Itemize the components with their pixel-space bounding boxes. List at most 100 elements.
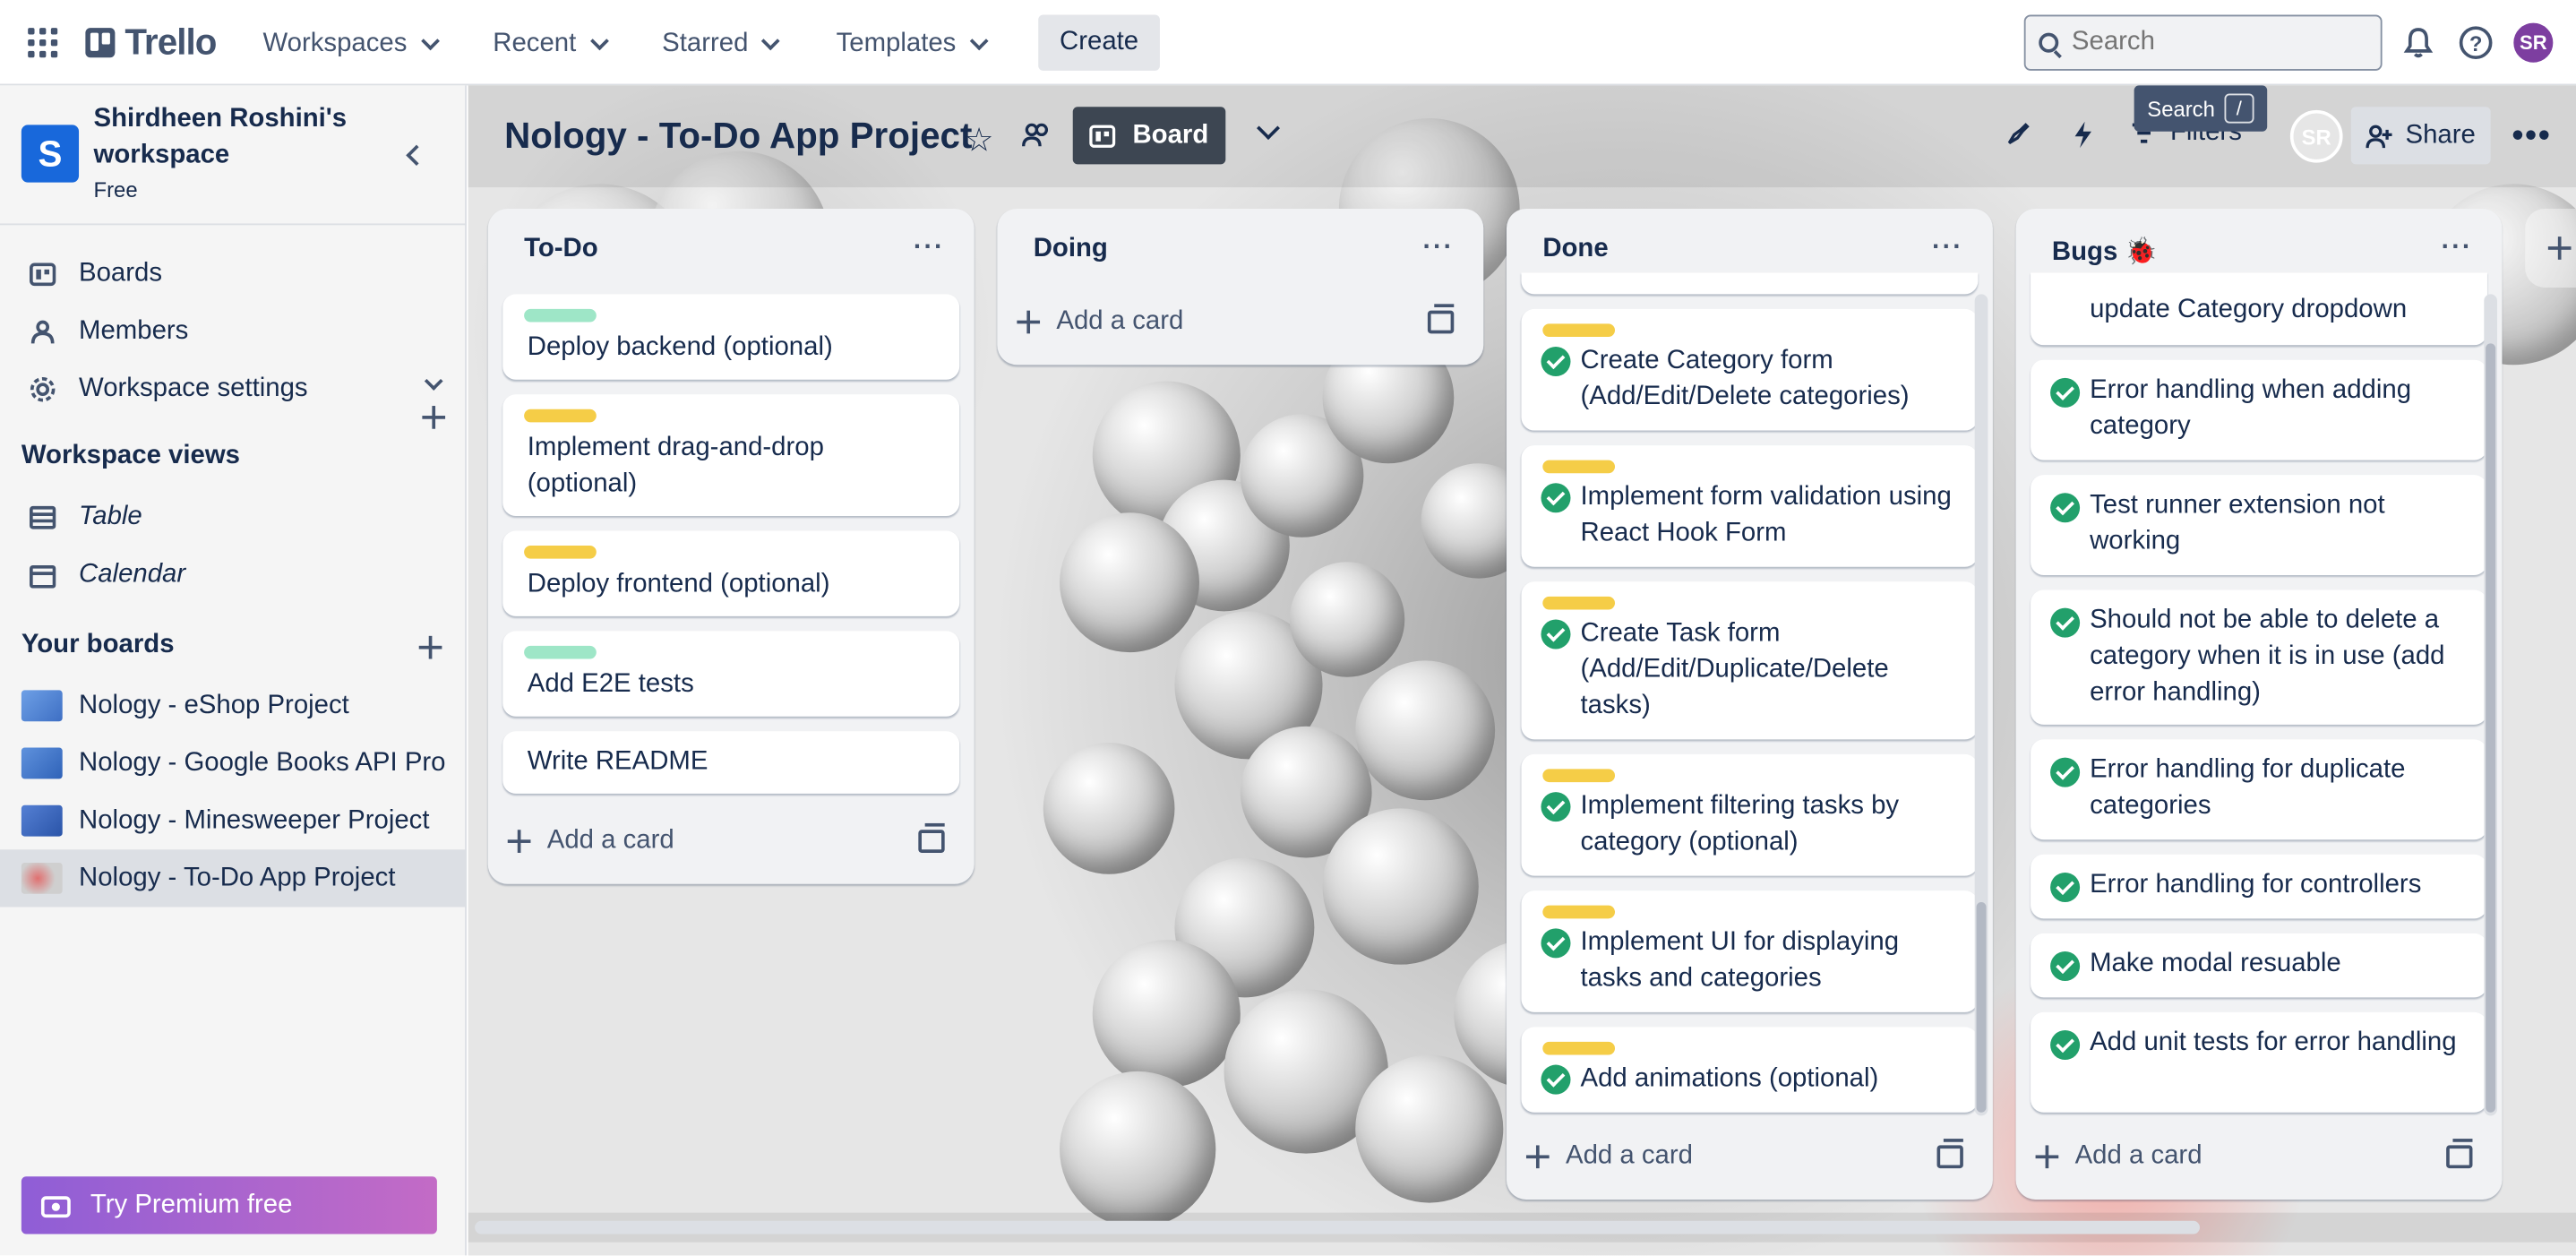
card[interactable]: update Category dropdown <box>2031 272 2487 346</box>
collapse-sidebar-icon[interactable] <box>394 134 434 174</box>
card[interactable]: Error handling for controllers <box>2031 854 2487 919</box>
scrollbar-thumb[interactable] <box>475 1220 2200 1234</box>
recent-menu[interactable]: Recent <box>493 20 609 69</box>
views-chevron-icon[interactable] <box>1249 115 1288 154</box>
workspace-badge[interactable]: S <box>21 125 80 183</box>
list-menu-icon[interactable]: ··· <box>914 233 945 262</box>
list-title[interactable]: Bugs 🐞 <box>2052 235 2158 268</box>
check-icon[interactable] <box>1541 619 1571 650</box>
search-input[interactable] <box>2071 28 2351 58</box>
sidebar-board-item[interactable]: Nology - Google Books API Pro <box>0 735 467 792</box>
sidebar-item-members[interactable]: Members <box>0 302 467 359</box>
share-button[interactable]: Share <box>2350 107 2491 165</box>
trello-logo[interactable]: Trello <box>85 22 217 63</box>
more-icon[interactable]: ••• <box>2512 118 2551 156</box>
create-from-template-icon[interactable] <box>1427 304 1455 334</box>
card[interactable]: Make modal resuable <box>2031 933 2487 998</box>
card[interactable]: Write README <box>502 731 960 794</box>
workspaces-menu[interactable]: Workspaces <box>262 20 440 69</box>
card-label-green[interactable] <box>524 308 597 323</box>
card[interactable]: Error handling when adding category <box>2031 359 2487 460</box>
list-scrollbar[interactable] <box>2484 294 2497 1116</box>
visibility-icon[interactable] <box>1022 122 1052 148</box>
list-scrollbar[interactable] <box>1974 294 1988 1116</box>
card[interactable]: Test runner extension not working <box>2031 475 2487 575</box>
card[interactable]: Error handling for duplicate categories <box>2031 739 2487 840</box>
add-card-button[interactable]: Add a card <box>507 822 674 861</box>
card-label-yellow[interactable] <box>524 545 597 559</box>
check-icon[interactable] <box>2050 607 2081 638</box>
sidebar-item-workspace-settings[interactable]: Workspace settings <box>0 360 467 417</box>
scrollbar-thumb[interactable] <box>2486 343 2496 1113</box>
card[interactable]: Add unit tests for error handling <box>2031 1011 2487 1113</box>
sidebar-board-item[interactable]: Nology - eShop Project <box>0 677 467 735</box>
account-avatar[interactable]: SR <box>2510 20 2557 66</box>
board-title[interactable]: Nology - To-Do App Project <box>504 115 972 158</box>
list-title[interactable]: Done <box>1542 235 1608 264</box>
add-card-button[interactable]: Add a card <box>2035 1137 2202 1176</box>
card-label-yellow[interactable] <box>1542 460 1616 474</box>
help-icon[interactable]: ? <box>2459 26 2493 60</box>
check-icon[interactable] <box>2050 377 2081 408</box>
templates-menu[interactable]: Templates <box>837 20 989 69</box>
notifications-icon[interactable] <box>2402 26 2435 59</box>
create-from-template-icon[interactable] <box>918 822 945 853</box>
sidebar-item-calendar[interactable]: Calendar <box>0 546 467 603</box>
check-icon[interactable] <box>2050 951 2081 982</box>
card[interactable]: Implement drag-and-drop (optional) <box>502 394 960 516</box>
starred-menu[interactable]: Starred <box>662 20 781 69</box>
check-icon[interactable] <box>2050 757 2081 787</box>
create-from-template-icon[interactable] <box>2446 1139 2473 1169</box>
sidebar-item-boards[interactable]: Boards <box>0 245 467 302</box>
card-label-yellow[interactable] <box>524 409 597 423</box>
card-label-yellow[interactable] <box>1542 905 1616 919</box>
add-card-button[interactable]: Add a card <box>1525 1137 1693 1176</box>
list-menu-icon[interactable]: ··· <box>1422 233 1454 262</box>
check-icon[interactable] <box>1541 483 1571 513</box>
sidebar-board-item-active[interactable]: Nology - To-Do App Project <box>0 849 467 908</box>
card-label-yellow[interactable] <box>1542 323 1616 338</box>
card-partial[interactable] <box>1521 272 1979 295</box>
card[interactable]: Implement form validation using React Ho… <box>1521 445 1979 567</box>
list-title[interactable]: Doing <box>1034 235 1108 264</box>
sidebar-item-table[interactable]: Table <box>0 488 467 546</box>
check-icon[interactable] <box>1541 1064 1571 1095</box>
card-label-yellow[interactable] <box>1542 596 1616 610</box>
card[interactable]: Create Category form (Add/Edit/Delete ca… <box>1521 308 1979 431</box>
star-icon[interactable]: ☆ <box>965 120 994 161</box>
automation-icon[interactable] <box>2066 118 2099 151</box>
create-from-template-icon[interactable] <box>1936 1139 1963 1169</box>
create-button[interactable]: Create <box>1038 14 1160 71</box>
add-list-button[interactable] <box>2525 208 2576 288</box>
card[interactable]: Should not be able to delete a category … <box>2031 589 2487 725</box>
card[interactable]: Create Task form (Add/Edit/Duplicate/Del… <box>1521 581 1979 740</box>
check-icon[interactable] <box>2050 872 2081 902</box>
scrollbar-thumb[interactable] <box>1976 901 1987 1113</box>
workspace-name[interactable]: Shirdheen Roshini's workspace <box>94 102 374 175</box>
card[interactable]: Implement UI for displaying tasks and ca… <box>1521 890 1979 1012</box>
check-icon[interactable] <box>2050 493 2081 523</box>
card-label-yellow[interactable] <box>1542 769 1616 783</box>
app-switcher-icon[interactable] <box>26 26 59 59</box>
check-icon[interactable] <box>1541 792 1571 822</box>
try-premium-button[interactable]: Try Premium free <box>21 1176 437 1234</box>
card[interactable]: Deploy frontend (optional) <box>502 530 960 616</box>
add-board-icon[interactable] <box>417 634 443 660</box>
card[interactable]: Implement filtering tasks by category (o… <box>1521 753 1979 876</box>
card-label-green[interactable] <box>524 645 597 659</box>
check-icon[interactable] <box>1541 928 1571 959</box>
board-member-avatar[interactable]: SR <box>2289 109 2343 163</box>
board-horizontal-scrollbar[interactable] <box>468 1212 2576 1243</box>
card[interactable]: Deploy backend (optional) <box>502 294 960 380</box>
check-icon[interactable] <box>1541 347 1571 377</box>
board-view-button[interactable]: Board <box>1072 107 1226 165</box>
search-field[interactable] <box>2023 14 2383 71</box>
check-icon[interactable] <box>2050 1030 2081 1061</box>
list-menu-icon[interactable]: ··· <box>2442 233 2473 262</box>
card[interactable]: Add animations (optional) <box>1521 1027 1979 1113</box>
power-ups-icon[interactable] <box>2001 118 2034 151</box>
list-title[interactable]: To-Do <box>524 235 598 264</box>
card[interactable]: Add E2E tests <box>502 631 960 717</box>
list-menu-icon[interactable]: ··· <box>1932 233 1963 262</box>
sidebar-board-item[interactable]: Nology - Minesweeper Project <box>0 792 467 849</box>
